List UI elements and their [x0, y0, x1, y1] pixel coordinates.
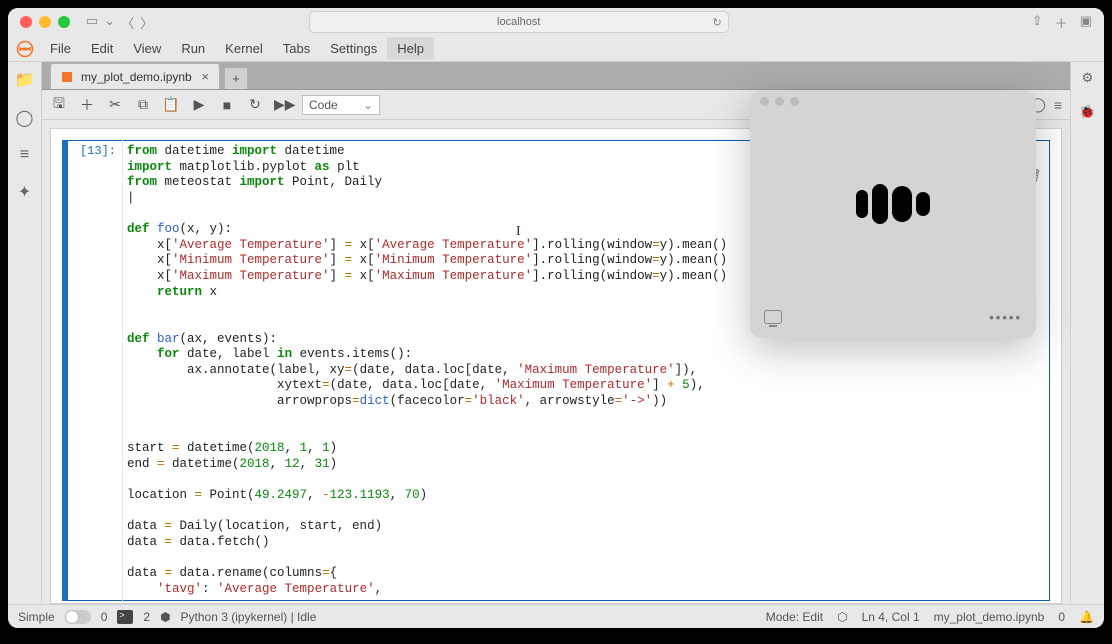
running-icon[interactable]: ◯	[16, 108, 34, 128]
status-mode: Mode: Edit	[766, 610, 823, 624]
property-inspector-icon[interactable]: ⚙	[1082, 70, 1094, 86]
menu-tabs[interactable]: Tabs	[273, 37, 320, 60]
browser-nav: ▭ ⌄ 〈 〉	[86, 13, 153, 32]
status-right-count: 0	[1058, 610, 1065, 624]
stop-icon[interactable]: ■	[218, 97, 236, 113]
zoom-window-icon[interactable]	[58, 16, 70, 28]
url-bar[interactable]: localhost ↻	[309, 11, 729, 33]
menu-run[interactable]: Run	[171, 37, 215, 60]
terminal-icon[interactable]	[117, 610, 133, 624]
menu-kernel[interactable]: Kernel	[215, 37, 273, 60]
menu-file[interactable]: File	[40, 37, 81, 60]
menu-edit[interactable]: Edit	[81, 37, 123, 60]
tabs-icon[interactable]: ▣	[1080, 13, 1092, 32]
url-text: localhost	[497, 16, 540, 28]
extensions-icon[interactable]: ✦	[18, 182, 31, 202]
tab-close-icon[interactable]: ×	[201, 69, 209, 84]
voice-waveform-icon	[856, 184, 930, 224]
new-tab-icon[interactable]: ＋	[1055, 13, 1068, 32]
screen-share-icon[interactable]	[764, 310, 782, 324]
overlay-titlebar[interactable]	[750, 90, 1036, 112]
cut-icon[interactable]: ✂	[106, 96, 124, 113]
overlay-body	[750, 112, 1036, 296]
overlay-zoom-icon[interactable]	[790, 97, 799, 106]
minimize-window-icon[interactable]	[39, 16, 51, 28]
floating-assistant-window[interactable]: •••••	[750, 90, 1036, 338]
sidebar-toggle-icon[interactable]: ▭	[86, 13, 98, 32]
restart-icon[interactable]: ↻	[246, 96, 264, 113]
folder-icon[interactable]: 📁	[15, 70, 35, 90]
back-icon[interactable]: 〈	[121, 13, 134, 32]
menu-view[interactable]: View	[123, 37, 171, 60]
add-cell-icon[interactable]: ＋	[78, 95, 96, 115]
jupyter-menubar: FileEditViewRunKernelTabsSettingsHelp	[8, 36, 1104, 62]
simple-mode-toggle[interactable]	[65, 610, 91, 624]
share-icon[interactable]: ⇪	[1032, 13, 1043, 32]
overlay-minimize-icon[interactable]	[775, 97, 784, 106]
menu-help[interactable]: Help	[387, 37, 434, 60]
debugger-icon[interactable]: 🐞	[1079, 104, 1095, 120]
status-count-2: 2	[143, 610, 150, 624]
left-sidebar-rail: 📁 ◯ ≡ ✦	[8, 62, 42, 604]
overlay-close-icon[interactable]	[760, 97, 769, 106]
tab-title: my_plot_demo.ipynb	[81, 70, 192, 84]
status-brand-icon[interactable]: ⬢	[160, 610, 170, 624]
tab-strip: my_plot_demo.ipynb × +	[42, 62, 1070, 90]
text-cursor-icon: I	[516, 224, 521, 240]
tab-notebook[interactable]: my_plot_demo.ipynb ×	[50, 63, 220, 89]
window-controls[interactable]	[20, 16, 70, 28]
status-count-0: 0	[101, 610, 108, 624]
right-sidebar-rail: ⚙ 🐞	[1070, 62, 1104, 604]
toc-icon[interactable]: ≡	[20, 146, 29, 164]
dropdown-icon[interactable]: ⌄	[104, 13, 115, 32]
save-icon[interactable]: 🖫	[50, 93, 68, 117]
status-kernel[interactable]: Python 3 (ipykernel) | Idle	[181, 610, 317, 624]
browser-titlebar: ▭ ⌄ 〈 〉 localhost ↻ ⇪ ＋ ▣	[8, 8, 1104, 36]
close-window-icon[interactable]	[20, 16, 32, 28]
cell-prompt: [13]:	[68, 140, 122, 601]
cell-type-select[interactable]: Code	[302, 95, 380, 115]
status-bar: Simple 0 2 ⬢ Python 3 (ipykernel) | Idle…	[8, 604, 1104, 628]
status-cursor: Ln 4, Col 1	[862, 610, 920, 624]
overlay-indicator-dots: •••••	[989, 310, 1022, 325]
reload-icon[interactable]: ↻	[713, 16, 722, 29]
new-tab-button[interactable]: +	[224, 67, 248, 89]
paste-icon[interactable]: 📋	[162, 96, 180, 113]
run-icon[interactable]: ▶	[190, 96, 208, 113]
status-file[interactable]: my_plot_demo.ipynb	[934, 610, 1045, 624]
run-all-icon[interactable]: ▶▶	[274, 96, 292, 113]
notification-icon[interactable]: 🔔	[1079, 610, 1094, 624]
notebook-icon	[61, 71, 73, 83]
jupyter-logo-icon[interactable]	[14, 38, 36, 60]
status-trusted-icon[interactable]: ⬡	[837, 610, 847, 624]
panel-toggle-icon[interactable]: ≡	[1054, 97, 1062, 113]
status-simple-label: Simple	[18, 610, 55, 624]
copy-icon[interactable]: ⧉	[134, 96, 152, 113]
menu-settings[interactable]: Settings	[320, 37, 387, 60]
forward-icon[interactable]: 〉	[140, 13, 153, 32]
